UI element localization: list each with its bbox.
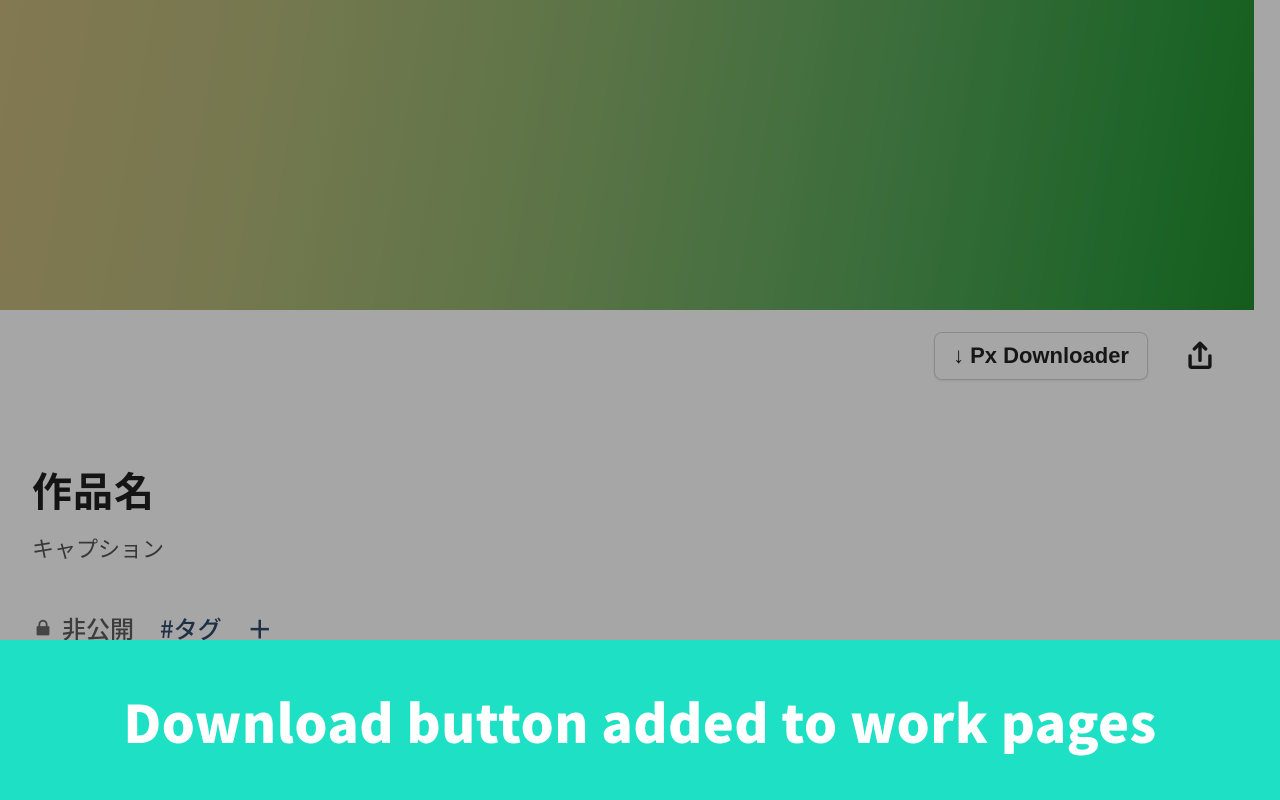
download-arrow-icon: ↓ bbox=[953, 343, 964, 369]
promo-banner-text: Download button added to work pages bbox=[123, 683, 1156, 758]
lock-icon bbox=[32, 617, 54, 639]
px-downloader-label: Px Downloader bbox=[970, 343, 1129, 369]
right-gutter bbox=[1254, 0, 1280, 640]
work-info-panel: ↓ Px Downloader 作品名 キャプション 非公開 bbox=[0, 310, 1254, 640]
work-caption: キャプション bbox=[32, 532, 272, 564]
action-bar: ↓ Px Downloader bbox=[934, 332, 1220, 380]
share-icon bbox=[1183, 339, 1217, 373]
page-root: ↓ Px Downloader 作品名 キャプション 非公開 bbox=[0, 0, 1280, 800]
work-meta: 作品名 キャプション 非公開 #タグ ＋ bbox=[32, 460, 272, 645]
px-downloader-button[interactable]: ↓ Px Downloader bbox=[934, 332, 1148, 380]
promo-banner: Download button added to work pages bbox=[0, 640, 1280, 800]
work-title: 作品名 bbox=[32, 460, 272, 518]
share-button[interactable] bbox=[1180, 336, 1220, 376]
artwork-hero bbox=[0, 0, 1254, 310]
